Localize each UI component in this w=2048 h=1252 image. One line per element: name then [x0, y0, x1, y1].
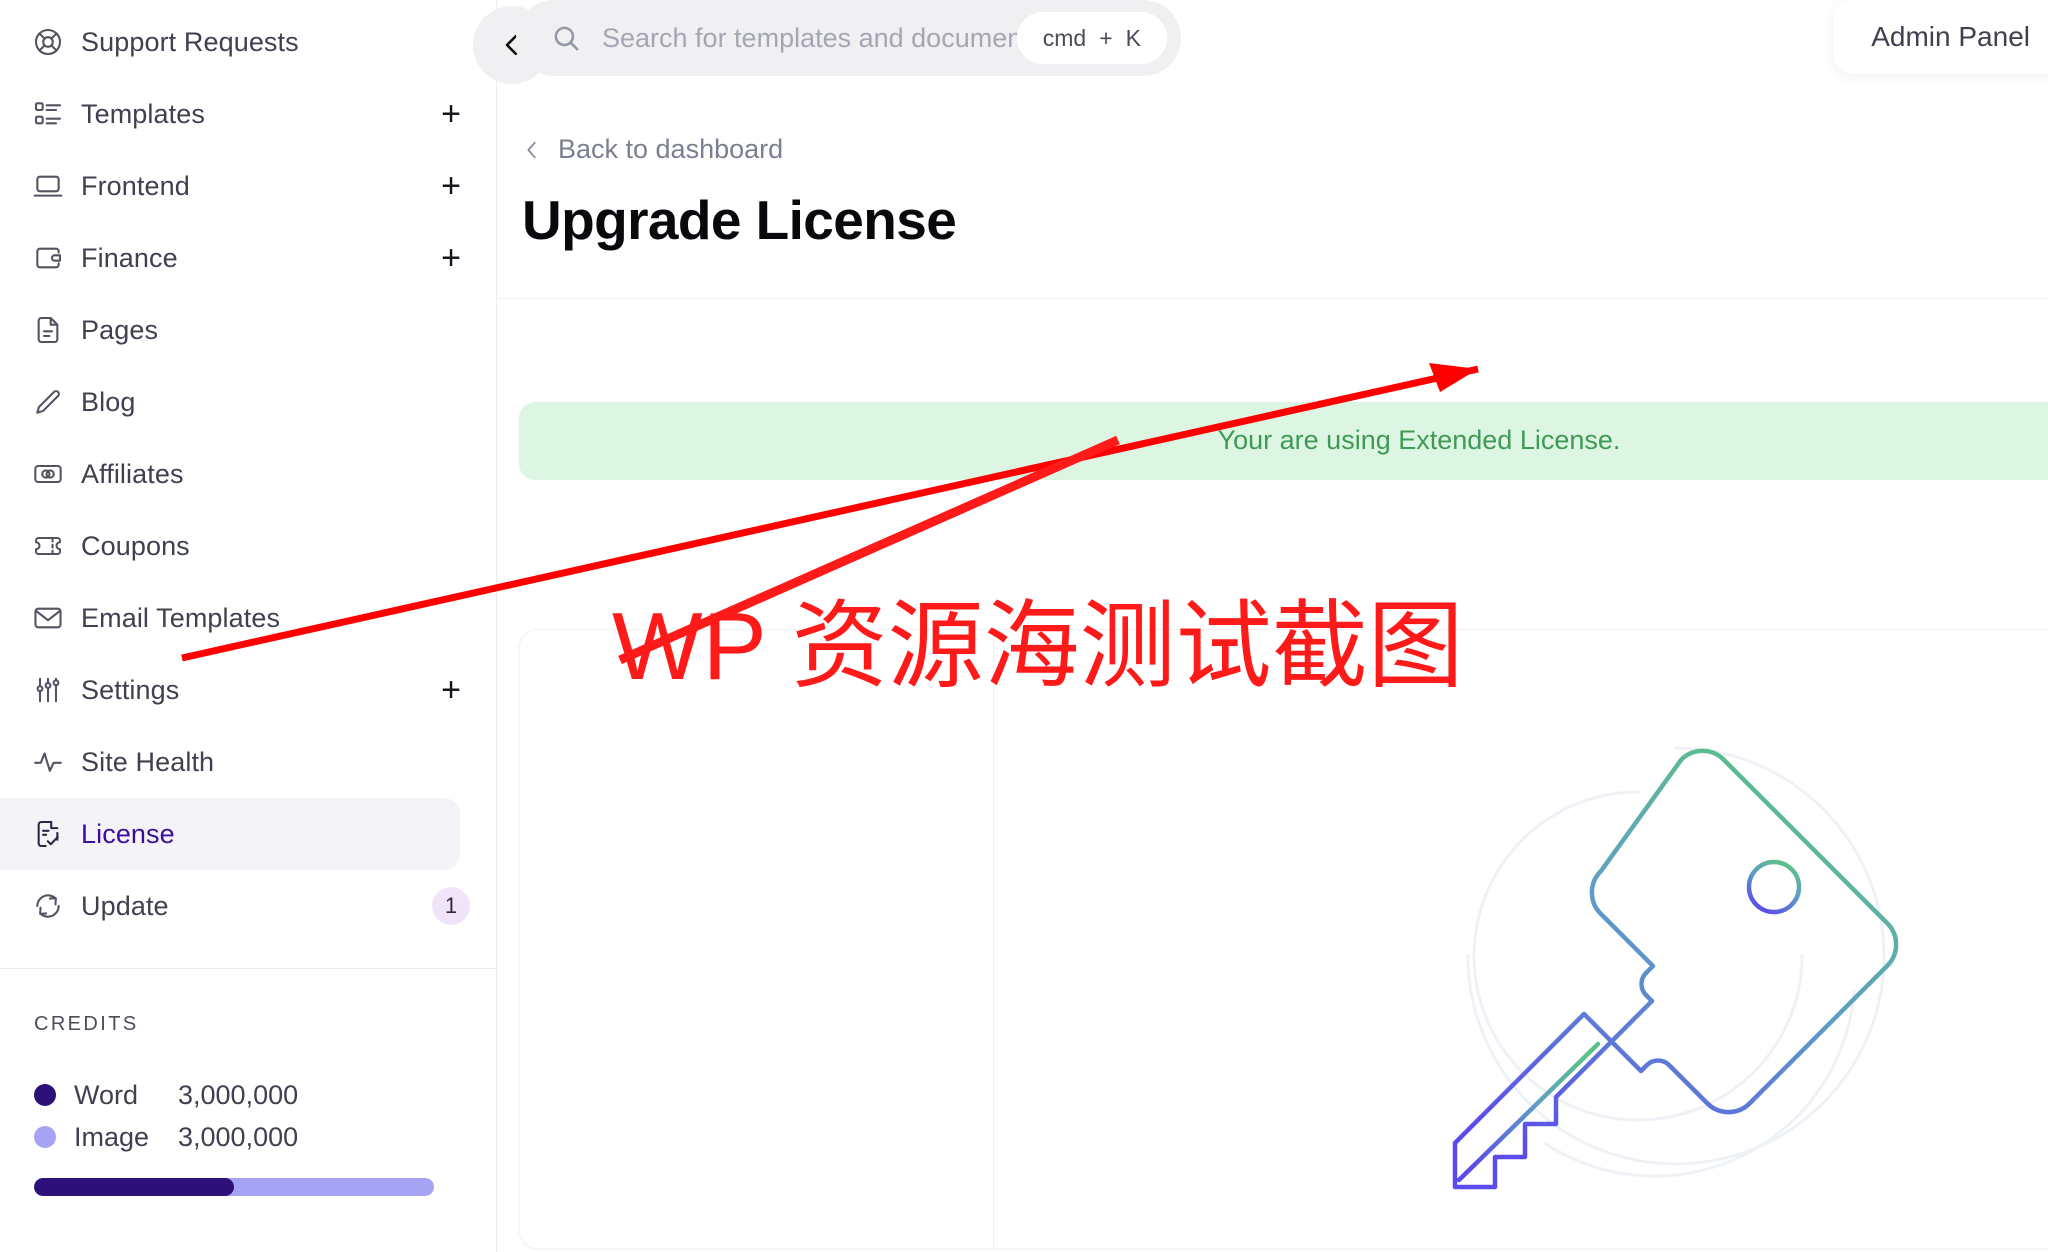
banknote-icon: [32, 458, 64, 490]
credit-value: 3,000,000: [178, 1121, 299, 1152]
license-status-banner: Your are using Extended License.: [519, 401, 2048, 480]
chevron-left-icon: [521, 139, 543, 161]
credits-section: CREDITS Word 3,000,000 Image 3,000,000: [0, 969, 496, 1196]
app-root: Support Requests Templates + Frontend + Finan…: [0, 0, 2048, 1252]
sidebar-item-label: Pages: [81, 314, 159, 345]
sidebar-item-label: Support Requests: [81, 26, 299, 57]
sidebar-item-label: Site Health: [81, 746, 215, 777]
license-cards-panel: [519, 629, 2048, 1249]
sidebar-nav: Support Requests Templates + Frontend + Finan…: [0, 0, 496, 942]
wallet-icon: [32, 242, 64, 274]
topbar: cmd + K Admin Panel: [473, 0, 2048, 96]
sidebar-item-email-templates[interactable]: Email Templates: [0, 582, 460, 654]
pulse-icon: [32, 746, 64, 778]
license-status-text: Your are using Extended License.: [1217, 425, 1621, 455]
sidebar-item-label: Finance: [81, 242, 178, 273]
sidebar-item-label: Coupons: [81, 530, 190, 561]
sidebar-item-frontend[interactable]: Frontend +: [0, 150, 461, 222]
sidebar-item-blog[interactable]: Blog: [0, 366, 460, 438]
laptop-icon: [32, 170, 64, 202]
credit-label: Image: [74, 1121, 150, 1152]
sidebar-item-label: Update: [81, 890, 169, 921]
sidebar-item-label: Templates: [81, 98, 205, 129]
license-check-icon: [32, 818, 64, 850]
ticket-icon: [32, 530, 64, 562]
key-icon: [1376, 676, 1936, 1236]
list-box-icon: [32, 98, 64, 130]
license-plan-column: [520, 630, 994, 1248]
search-icon: [550, 22, 584, 54]
search-bar[interactable]: cmd + K: [516, 0, 1181, 76]
page-header: Back to dashboard Upgrade License: [497, 96, 2048, 252]
credit-row: Image 3,000,000: [34, 1116, 462, 1158]
sidebar: Support Requests Templates + Frontend + Finan…: [0, 0, 497, 1252]
sidebar-item-label: Email Templates: [81, 602, 281, 633]
lifebuoy-icon: [32, 26, 64, 58]
sidebar-item-label: License: [81, 818, 175, 849]
shortcut-plus: +: [1099, 24, 1113, 51]
update-count-badge: 1: [432, 887, 470, 925]
credit-color-dot: [34, 1126, 56, 1148]
refresh-icon: [32, 890, 64, 922]
credits-rows: Word 3,000,000 Image 3,000,000: [34, 1074, 462, 1158]
credits-progress-bar: [34, 1178, 434, 1196]
shortcut-letter: K: [1125, 24, 1141, 51]
sidebar-item-affiliates[interactable]: Affiliates: [0, 438, 460, 510]
shortcut-cmd: cmd: [1042, 24, 1087, 51]
license-illustration-column: [994, 630, 2048, 1248]
page-title: Upgrade License: [522, 188, 957, 251]
sliders-icon: [32, 674, 64, 706]
header-divider: [497, 297, 2048, 299]
sidebar-item-update[interactable]: Update 1: [0, 870, 470, 942]
sidebar-item-label: Blog: [81, 386, 136, 417]
document-icon: [32, 314, 64, 346]
add-finance-button[interactable]: +: [434, 241, 468, 275]
credit-row: Word 3,000,000: [34, 1074, 462, 1116]
credits-progress-word: [34, 1178, 234, 1196]
back-to-dashboard-link[interactable]: Back to dashboard: [521, 134, 783, 165]
sidebar-item-site-health[interactable]: Site Health: [0, 726, 460, 798]
credit-label: Word: [74, 1079, 139, 1110]
credit-value: 3,000,000: [178, 1079, 299, 1110]
add-templates-button[interactable]: +: [434, 97, 468, 131]
sidebar-item-pages[interactable]: Pages: [0, 294, 460, 366]
sidebar-item-settings[interactable]: Settings +: [0, 654, 461, 726]
back-link-label: Back to dashboard: [558, 134, 784, 164]
add-settings-button[interactable]: +: [434, 673, 468, 707]
sidebar-item-coupons[interactable]: Coupons: [0, 510, 460, 582]
credit-color-dot: [34, 1084, 56, 1106]
credits-title: CREDITS: [34, 1013, 139, 1035]
sidebar-item-support-requests[interactable]: Support Requests: [0, 6, 460, 78]
sidebar-item-label: Frontend: [81, 170, 190, 201]
sidebar-item-templates[interactable]: Templates +: [0, 78, 461, 150]
admin-panel-label: Admin Panel: [1871, 21, 2030, 52]
admin-panel-button[interactable]: Admin Panel: [1833, 0, 2048, 74]
add-frontend-button[interactable]: +: [434, 169, 468, 203]
search-shortcut-badge: cmd + K: [1016, 12, 1167, 64]
sidebar-item-license[interactable]: License: [0, 798, 460, 870]
sidebar-item-finance[interactable]: Finance +: [0, 222, 461, 294]
sidebar-item-label: Settings: [81, 674, 180, 705]
sidebar-item-label: Affiliates: [81, 458, 184, 489]
main-content: Back to dashboard Upgrade License Your a…: [497, 96, 2048, 1252]
envelope-icon: [32, 602, 64, 634]
pencil-icon: [32, 386, 64, 418]
search-input[interactable]: [602, 18, 1017, 58]
